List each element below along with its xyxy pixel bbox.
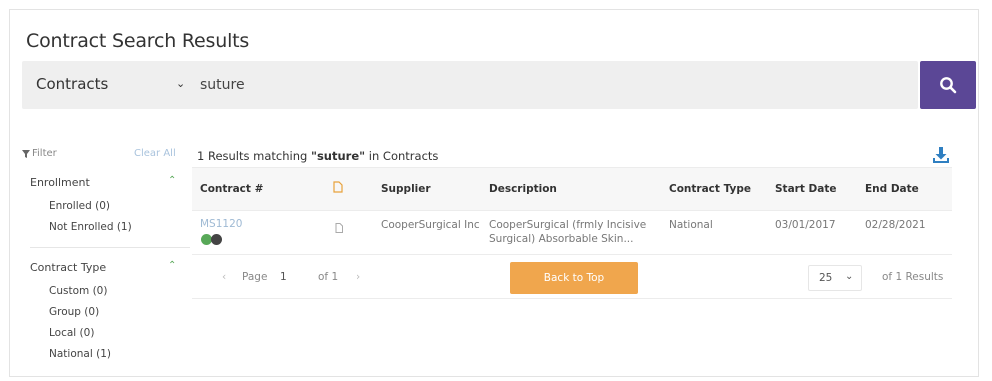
clear-all-link[interactable]: Clear All <box>134 148 176 159</box>
checkbox[interactable] <box>34 201 44 211</box>
column-header-end-date[interactable]: End Date <box>865 183 919 195</box>
search-bar: Contracts ⌄ <box>22 61 918 109</box>
column-header-supplier[interactable]: Supplier <box>381 183 431 195</box>
page-label: Page <box>242 271 268 283</box>
results-suffix: in Contracts <box>365 149 439 163</box>
filter-option-local[interactable]: Local (0) <box>34 327 94 339</box>
filter-option-not-enrolled[interactable]: Not Enrolled (1) <box>34 221 132 233</box>
filter-option-label: Custom (0) <box>49 285 108 297</box>
filter-option-label: Local (0) <box>49 327 95 339</box>
page-size-value: 25 <box>819 272 833 284</box>
filter-option-group[interactable]: Group (0) <box>34 306 99 318</box>
checkbox[interactable] <box>34 328 44 338</box>
chevron-up-icon[interactable]: ⌃ <box>168 260 176 271</box>
column-header-start-date[interactable]: Start Date <box>775 183 836 195</box>
page-size-select[interactable]: 25 ⌄ <box>808 265 862 291</box>
filter-icon <box>22 150 30 158</box>
supplier-cell: CooperSurgical Inc <box>381 219 480 231</box>
checkbox[interactable] <box>34 222 44 232</box>
end-date-cell: 02/28/2021 <box>865 219 926 231</box>
filter-option-national[interactable]: National (1) <box>34 348 111 360</box>
filter-option-enrolled[interactable]: Enrolled (0) <box>34 200 110 212</box>
search-button[interactable] <box>920 61 976 109</box>
search-scope-select[interactable]: Contracts <box>36 75 108 93</box>
page-number-input[interactable]: 1 <box>280 271 287 283</box>
download-icon[interactable] <box>932 146 950 164</box>
contract-number-link[interactable]: MS1120 <box>200 218 242 231</box>
search-input[interactable] <box>200 61 900 109</box>
search-icon <box>940 77 957 94</box>
results-query: "suture" <box>310 149 366 163</box>
chevron-down-icon[interactable]: ⌄ <box>176 77 185 90</box>
checkbox[interactable] <box>34 307 44 317</box>
checkbox[interactable] <box>34 349 44 359</box>
start-date-cell: 03/01/2017 <box>775 219 836 231</box>
column-header-contract[interactable]: Contract # <box>200 183 263 195</box>
filter-header: Filter Clear All <box>22 148 187 162</box>
results-total-label: of 1 Results <box>882 271 944 283</box>
page-title: Contract Search Results <box>26 30 250 52</box>
status-badge-dark <box>211 234 222 245</box>
chevron-down-icon: ⌄ <box>845 271 854 282</box>
pagination-bar: ‹ Page 1 of 1 › Back to Top 25 ⌄ of 1 Re… <box>192 255 952 299</box>
contract-type-cell: National <box>669 219 713 231</box>
filter-group-enrollment-title[interactable]: Enrollment <box>30 176 90 189</box>
filter-option-custom[interactable]: Custom (0) <box>34 285 107 297</box>
results-count: 1 Results matching <box>197 149 311 163</box>
document-icon[interactable] <box>335 223 343 233</box>
back-to-top-button[interactable]: Back to Top <box>510 262 638 294</box>
description-cell-line2: Surgical) Absorbable Skin... <box>489 233 634 245</box>
checkbox[interactable] <box>34 286 44 296</box>
previous-page-button[interactable]: ‹ <box>222 271 226 283</box>
page-total-label: of 1 <box>318 271 339 283</box>
filter-option-label: National (1) <box>49 348 111 360</box>
description-cell-line1: CooperSurgical (frmly Incisive <box>489 219 647 231</box>
chevron-up-icon[interactable]: ⌃ <box>168 175 176 186</box>
filter-option-label: Enrolled (0) <box>49 200 110 212</box>
filter-option-label: Group (0) <box>49 306 100 318</box>
filter-option-label: Not Enrolled (1) <box>49 221 132 233</box>
table-header: Contract # Supplier Description Contract… <box>192 167 952 211</box>
filter-label: Filter <box>32 148 57 159</box>
document-icon <box>333 181 343 193</box>
table-row[interactable]: MS1120 CooperSurgical Inc CooperSurgical… <box>192 211 952 255</box>
next-page-button[interactable]: › <box>356 271 360 283</box>
column-header-contract-type[interactable]: Contract Type <box>669 183 751 195</box>
divider <box>30 247 190 248</box>
column-header-description[interactable]: Description <box>489 183 557 195</box>
results-summary: 1 Results matching "suture" in Contracts <box>197 149 438 163</box>
filter-group-contract-type-title[interactable]: Contract Type <box>30 261 106 274</box>
